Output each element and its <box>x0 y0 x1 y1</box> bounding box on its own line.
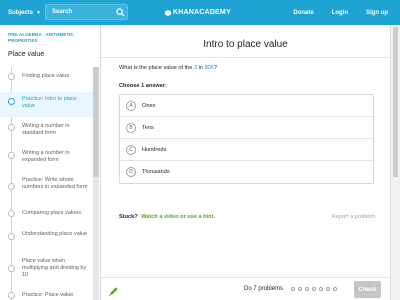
sidebar-scrollbar-thumb[interactable] <box>93 67 99 177</box>
progress-dot-icon <box>8 73 15 80</box>
question-suffix: ? <box>213 65 218 71</box>
choice-hundreds[interactable]: C Hundreds <box>120 139 373 161</box>
sidebar-item-comparing-place-values[interactable]: Comparing place values <box>0 205 93 225</box>
search-icon[interactable] <box>113 5 127 19</box>
choice-text: Ones <box>142 102 156 109</box>
progress-dots <box>291 287 337 291</box>
subjects-menu[interactable]: Subjects ▼ <box>8 0 41 25</box>
signup-link[interactable]: Sign up <box>366 10 388 16</box>
sidebar-item-label: Practice: Place value <box>22 292 74 298</box>
breadcrumb[interactable]: PRE-ALGEBRA · ARITHMETIC PROPERTIES <box>8 32 98 44</box>
sidebar-item-multiplying-dividing-by-10[interactable]: Place value when multiplying and dividin… <box>0 253 93 288</box>
sidebar-item-label: Writing a number in expanded form <box>22 150 70 163</box>
report-problem-link[interactable]: Report a problem <box>332 214 375 220</box>
sidebar-item-label: Finding place value <box>22 73 70 79</box>
choice-text: Thousands <box>142 169 170 175</box>
exercise-footer: Do 7 problems Check <box>101 277 390 300</box>
choice-text: Hundreds <box>142 146 167 153</box>
top-nav-bar: Subjects ▼ Search KHANACADEMY Donate Log… <box>0 0 400 25</box>
sidebar-item-label: Practice: Write whole numbers in expande… <box>22 177 88 190</box>
login-link[interactable]: Login <box>332 10 348 16</box>
stuck-label: Stuck? <box>119 214 138 220</box>
question-digit: 3 <box>193 65 198 71</box>
progress-dot-icon <box>319 287 323 291</box>
sidebar-item-practice-place-value[interactable]: Practice: Place value <box>0 288 93 300</box>
search-input[interactable]: Search <box>52 9 113 15</box>
progress-dot-icon <box>312 287 316 291</box>
scratchpad-pencil-icon[interactable] <box>108 284 119 297</box>
choice-letter: B <box>126 122 136 133</box>
subjects-label: Subjects <box>8 9 34 16</box>
search-box[interactable]: Search <box>45 4 128 20</box>
problems-count: Do 7 problems <box>244 286 284 292</box>
sidebar-item-label: Writing a number in standard form <box>22 123 70 136</box>
progress-dot-icon <box>298 287 302 291</box>
progress-dot-icon <box>8 124 15 131</box>
donate-link[interactable]: Donate <box>293 10 313 16</box>
check-button[interactable]: Check <box>354 281 381 298</box>
choice-text: Tens <box>142 124 154 131</box>
question-prefix: What is the place value of the <box>119 65 193 71</box>
exercise-panel: Intro to place value What is the place v… <box>101 25 390 300</box>
sidebar-item-label: Understanding place value <box>22 231 88 237</box>
choice-ones[interactable]: A Ones <box>120 95 373 117</box>
choice-letter: D <box>126 167 136 177</box>
sidebar-item-expanded-form[interactable]: Writing a number in expanded form <box>0 145 93 173</box>
sidebar-title: Place value <box>8 51 45 58</box>
question-number: 806 <box>204 65 214 71</box>
question-mid: in <box>198 65 203 71</box>
main-scrollbar[interactable] <box>390 25 400 300</box>
sidebar-item-standard-form[interactable]: Writing a number in standard form <box>0 117 93 145</box>
main-scrollbar-thumb[interactable] <box>393 27 398 177</box>
title-divider <box>101 57 390 58</box>
progress-dot-icon <box>8 98 15 105</box>
sidebar-item-label: Practice: Intro to place value <box>22 96 77 109</box>
stuck-prompt: Stuck? Watch a video or use a hint. <box>119 214 215 220</box>
choice-thousands[interactable]: D Thousands <box>120 161 373 183</box>
sidebar-scrollbar[interactable] <box>93 67 99 300</box>
progress-dot-icon <box>8 183 15 190</box>
choice-tens[interactable]: B Tens <box>120 117 373 139</box>
progress-dot-icon <box>8 265 15 272</box>
hint-link[interactable]: Watch a video or use a hint. <box>141 214 215 220</box>
progress-dot-icon <box>8 210 15 217</box>
question-text: What is the place value of the 3 in 806? <box>119 65 217 71</box>
progress-dot-icon <box>291 287 295 291</box>
progress-dot-icon <box>8 233 15 240</box>
answer-choices: A Ones B Tens C Hundreds D Thousands <box>119 94 374 184</box>
logo-leaf-icon <box>165 9 171 16</box>
chevron-down-icon: ▼ <box>36 9 41 16</box>
choice-letter: A <box>126 100 136 111</box>
sidebar-item-write-expanded-form[interactable]: Practice: Write whole numbers in expande… <box>0 173 93 205</box>
progress-dot-icon <box>333 287 337 291</box>
progress-dot-icon <box>8 152 15 159</box>
choose-label: Choose 1 answer: <box>119 83 167 89</box>
sidebar-item-finding-place-value[interactable]: Finding place value <box>0 67 93 92</box>
exercise-title: Intro to place value <box>203 39 288 50</box>
progress-dot-icon <box>305 287 309 291</box>
sidebar-item-label: Comparing place values <box>22 210 82 216</box>
top-links: Donate Login Sign up <box>293 0 388 25</box>
sidebar-item-understanding-place-value[interactable]: Understanding place value <box>0 225 93 253</box>
choice-letter: C <box>126 144 136 155</box>
khan-academy-logo[interactable]: KHANACADEMY <box>165 0 231 25</box>
sidebar-item-intro-to-place-value[interactable]: Practice: Intro to place value <box>0 92 93 117</box>
progress-dot-icon <box>326 287 330 291</box>
progress-dot-icon <box>8 292 15 299</box>
sidebar-item-label: Place value when multiplying and dividin… <box>22 258 87 278</box>
logo-text: KHANACADEMY <box>173 9 231 16</box>
